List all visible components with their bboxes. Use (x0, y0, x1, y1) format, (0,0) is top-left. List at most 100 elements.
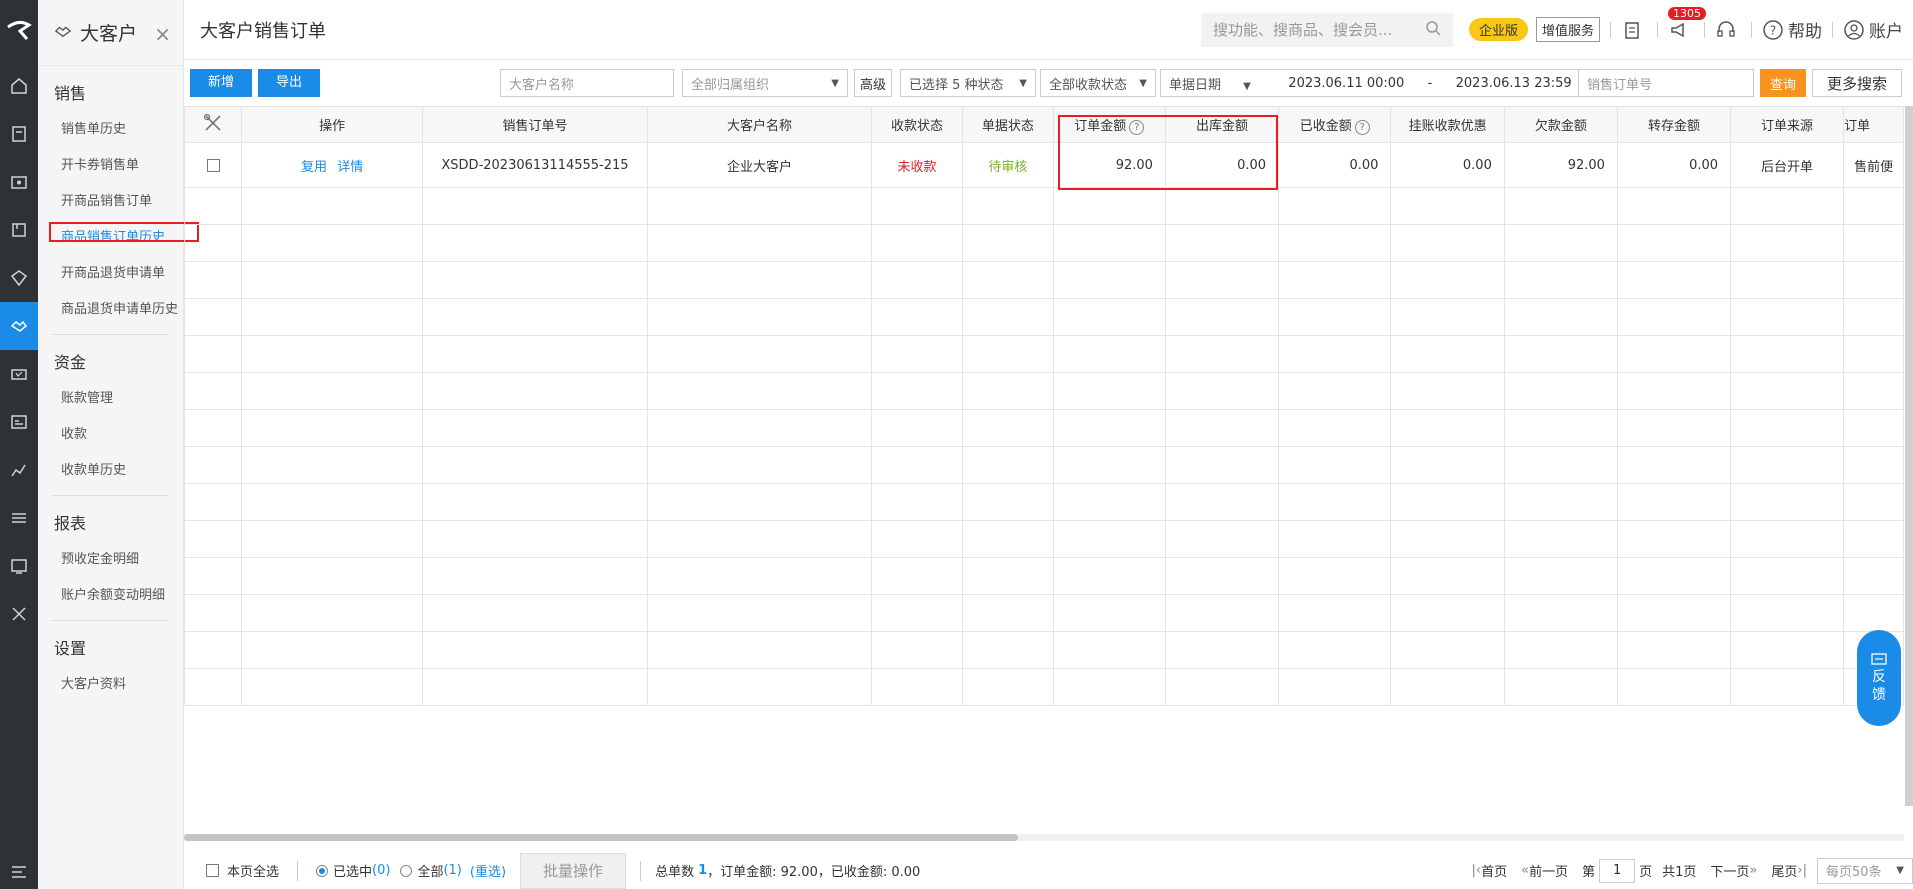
pos-icon[interactable] (0, 110, 38, 158)
account-button[interactable]: 账户 (1843, 17, 1903, 42)
sidebar-item-return-request[interactable]: 开商品退货申请单 (38, 256, 183, 292)
sidebar-item-customer-profile[interactable]: 大客户资料 (38, 667, 183, 703)
empty-cell (184, 298, 243, 336)
sidebar-item-return-history[interactable]: 商品退货申请单历史 (38, 292, 183, 328)
export-button[interactable]: 导出 (258, 69, 321, 97)
empty-cell (1390, 520, 1505, 558)
org-select[interactable]: 全部归属组织 ▼ (682, 69, 848, 97)
reselect-link[interactable]: (重选) (470, 861, 506, 880)
more-search-button[interactable]: 更多搜索 (1812, 69, 1902, 97)
megaphone-icon[interactable]: 1305 (1668, 6, 1706, 41)
date-to[interactable]: 2023.06.13 23:59 (1456, 76, 1572, 91)
all-radio[interactable] (400, 864, 413, 877)
help-icon[interactable]: ? (1354, 119, 1370, 135)
empty-cell (1390, 446, 1505, 484)
section-funds: 资金 (54, 353, 87, 372)
empty-cell (962, 187, 1054, 225)
caret-down-icon: ▼ (1019, 77, 1027, 89)
edition-badge[interactable]: 企业版 (1468, 18, 1528, 41)
chart-icon[interactable] (0, 446, 38, 494)
home-icon[interactable] (0, 62, 38, 110)
main-area: 大客户销售订单 搜功能、搜商品、搜会员... 企业版 增值服务 1305 ? 帮… (184, 0, 1913, 889)
scroll-thumb[interactable] (184, 834, 1018, 841)
empty-cell (184, 557, 243, 595)
section-settings: 设置 (54, 639, 87, 658)
doc-status-cell: 待审核 (962, 142, 1054, 188)
sliders-icon[interactable] (0, 494, 38, 542)
tools-icon[interactable] (0, 590, 38, 638)
wallet-icon[interactable] (0, 158, 38, 206)
empty-cell (1616, 372, 1732, 410)
id-card-icon[interactable] (0, 398, 38, 446)
add-button[interactable]: 新增 (190, 69, 253, 97)
vertical-scrollbar[interactable] (1905, 106, 1913, 806)
empty-cell (1052, 446, 1166, 484)
empty-row (184, 335, 1904, 373)
sidebar-item-balance-change[interactable]: 账户余额变动明细 (38, 578, 183, 614)
diamond-icon[interactable] (0, 254, 38, 302)
empty-cell (1730, 298, 1845, 336)
close-icon[interactable]: × (154, 22, 171, 46)
next-page-icon: » (1749, 863, 1758, 878)
empty-cell (870, 594, 964, 632)
order-no-input[interactable]: 销售订单号 (1578, 69, 1754, 97)
last-page-link[interactable]: 尾页 (1771, 861, 1797, 880)
header-discount: 挂账收款优惠 (1390, 106, 1505, 143)
feedback-button[interactable]: 反 馈 (1857, 630, 1901, 726)
empty-cell (1164, 409, 1280, 447)
sidebar-item-receive[interactable]: 收款 (38, 417, 183, 453)
first-page-link[interactable]: 首页 (1481, 861, 1507, 880)
empty-cell (1052, 483, 1166, 521)
headset-icon[interactable] (1715, 19, 1741, 41)
search-icon[interactable] (1425, 20, 1441, 40)
next-page-link[interactable]: 下一页 (1710, 861, 1749, 880)
sidebar-item-voucher-sale[interactable]: 开卡券销售单 (38, 148, 183, 184)
handshake-icon[interactable] (0, 302, 38, 350)
date-type-select[interactable]: 单据日期 ▼ (1169, 74, 1265, 93)
customer-name-input[interactable]: 大客户名称 (500, 69, 674, 97)
prev-page-link[interactable]: 前一页 (1529, 861, 1568, 880)
box-icon[interactable] (0, 206, 38, 254)
empty-cell (1730, 372, 1845, 410)
help-button[interactable]: ? 帮助 (1762, 17, 1822, 42)
sidebar-item-deposit-detail[interactable]: 预收定金明细 (38, 542, 183, 578)
empty-cell (1730, 187, 1845, 225)
clipboard-icon[interactable] (1621, 19, 1647, 41)
empty-cell (870, 261, 964, 299)
screen-icon[interactable] (0, 542, 38, 590)
divider (1832, 21, 1833, 38)
query-button[interactable]: 查询 (1760, 69, 1806, 97)
per-page-select[interactable]: 每页50条 ▼ (1817, 857, 1913, 884)
global-search[interactable]: 搜功能、搜商品、搜会员... (1200, 12, 1453, 47)
detail-link[interactable]: 详情 (337, 160, 363, 175)
pay-status-select[interactable]: 全部收款状态 ▼ (1040, 69, 1156, 97)
status-select[interactable]: 已选择 5 种状态 ▼ (900, 69, 1036, 97)
select-page-checkbox[interactable] (206, 864, 219, 877)
empty-cell (1616, 594, 1732, 632)
sidebar-item-sales-history[interactable]: 销售单历史 (38, 112, 183, 148)
bulk-action-button[interactable]: 批量操作 (520, 852, 627, 889)
settings-column[interactable] (184, 106, 243, 143)
row-checkbox[interactable] (206, 158, 220, 172)
sidebar-item-receipt-history[interactable]: 收款单历史 (38, 453, 183, 489)
empty-cell (421, 372, 649, 410)
empty-cell (1164, 335, 1280, 373)
horizontal-scrollbar[interactable] (184, 834, 1904, 841)
empty-cell (870, 224, 964, 262)
sidebar-item-new-goods-order[interactable]: 开商品销售订单 (38, 184, 183, 220)
ticket-icon[interactable] (0, 350, 38, 398)
selected-radio[interactable] (316, 864, 329, 877)
collapse-icon[interactable] (0, 855, 38, 889)
date-range[interactable]: 单据日期 ▼ 2023.06.11 00:00 - 2023.06.13 23:… (1160, 69, 1620, 97)
empty-cell (1278, 446, 1392, 484)
logo-icon[interactable] (0, 0, 38, 62)
date-from[interactable]: 2023.06.11 00:00 (1288, 76, 1404, 91)
advanced-button[interactable]: 高级 (854, 69, 892, 97)
value-added-button[interactable]: 增值服务 (1535, 17, 1600, 42)
sidebar-item-accounts[interactable]: 账款管理 (38, 381, 183, 417)
page-input[interactable]: 1 (1599, 858, 1636, 883)
highlight-box (1058, 115, 1278, 190)
empty-cell (870, 187, 964, 225)
header-owed: 欠款金额 (1503, 106, 1618, 143)
reuse-link[interactable]: 复用 (301, 160, 327, 175)
